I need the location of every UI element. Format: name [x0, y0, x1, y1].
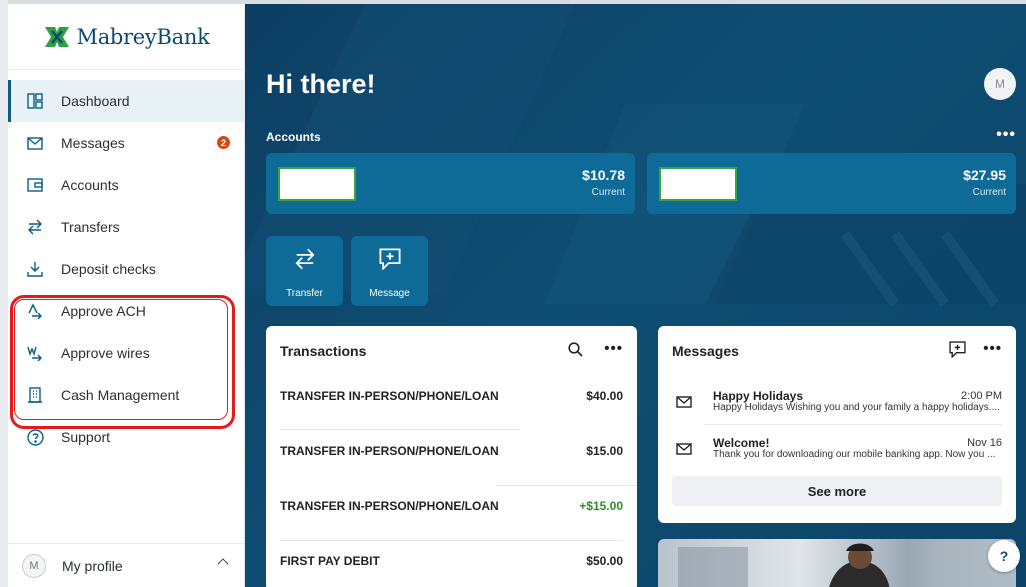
- sidebar-item-label: Cash Management: [61, 387, 180, 403]
- account-name-redacted: [659, 167, 737, 201]
- transaction-description: TRANSFER IN-PERSON/PHONE/LOAN: [280, 444, 499, 458]
- messages-card: Messages ••• Happy Holidays Happy Holida…: [658, 326, 1016, 523]
- sidebar: MabreyBank Dashboard Messages 2 Accounts…: [8, 4, 245, 587]
- transaction-amount: $15.00: [586, 444, 623, 458]
- message-quick-action[interactable]: Message: [351, 236, 428, 306]
- message-preview: Thank you for downloading our mobile ban…: [713, 449, 996, 460]
- help-circle-icon: [26, 428, 44, 446]
- quick-action-label: Transfer: [286, 288, 323, 299]
- transaction-amount: $50.00: [586, 554, 623, 568]
- row-divider: [704, 424, 1002, 425]
- envelope-icon: [676, 395, 692, 413]
- account-name-redacted: [278, 167, 356, 201]
- new-message-icon: [351, 248, 428, 270]
- sidebar-item-label: Messages: [61, 135, 125, 151]
- sidebar-item-label: Transfers: [61, 219, 120, 235]
- account-balance: $27.95: [963, 167, 1006, 183]
- sidebar-item-label: Support: [61, 429, 111, 445]
- envelope-icon: [26, 134, 44, 152]
- deposit-icon: [26, 260, 44, 278]
- sidebar-item-label: Dashboard: [61, 93, 130, 109]
- promo-photo-illustration: [678, 539, 1016, 587]
- brand-logo[interactable]: MabreyBank: [8, 4, 244, 70]
- transaction-amount: +$15.00: [579, 499, 623, 513]
- row-divider: [280, 429, 520, 430]
- sidebar-item-label: Accounts: [61, 177, 119, 193]
- avatar-button[interactable]: M: [984, 68, 1016, 100]
- message-row[interactable]: Happy Holidays Happy Holidays Wishing yo…: [658, 389, 1016, 429]
- approve-ach-icon: [26, 302, 44, 320]
- transfer-arrows-icon: [26, 218, 44, 236]
- transaction-row[interactable]: TRANSFER IN-PERSON/PHONE/LOAN +$15.00: [266, 499, 637, 555]
- logo-mark-icon: [44, 26, 69, 47]
- sidebar-item-label: Deposit checks: [61, 261, 156, 277]
- sidebar-item-approve-ach[interactable]: Approve ACH: [8, 290, 244, 332]
- transaction-amount: $40.00: [586, 389, 623, 403]
- transaction-description: FIRST PAY DEBIT: [280, 554, 380, 568]
- see-more-button[interactable]: See more: [672, 476, 1002, 506]
- transactions-card: Transactions ••• TRANSFER IN-PERSON/PHON…: [266, 326, 637, 587]
- profile-label: My profile: [62, 557, 123, 574]
- brand-name: MabreyBank: [76, 24, 210, 49]
- unread-badge: 2: [217, 136, 230, 149]
- sidebar-item-deposit-checks[interactable]: Deposit checks: [8, 248, 244, 290]
- message-subject: Welcome!: [713, 436, 770, 450]
- sidebar-nav: Dashboard Messages 2 Accounts Transfers: [8, 70, 244, 458]
- messages-more-button[interactable]: •••: [983, 340, 1002, 357]
- wallet-icon: [26, 176, 44, 194]
- row-divider: [280, 540, 623, 541]
- my-profile-toggle[interactable]: M My profile: [8, 543, 245, 587]
- message-time: 2:00 PM: [961, 390, 1002, 402]
- transactions-title: Transactions: [280, 343, 367, 359]
- transaction-row[interactable]: FIRST PAY DEBIT $50.00: [266, 554, 637, 587]
- account-tile-2[interactable]: $27.95 Current: [647, 153, 1016, 214]
- envelope-icon: [676, 442, 692, 460]
- row-divider: [496, 485, 637, 486]
- avatar: M: [22, 553, 46, 578]
- account-tile-1[interactable]: $10.78 Current: [266, 153, 635, 214]
- transfer-quick-action[interactable]: Transfer: [266, 236, 343, 306]
- approve-wires-icon: [26, 344, 44, 362]
- search-icon[interactable]: [568, 342, 583, 362]
- transaction-row[interactable]: TRANSFER IN-PERSON/PHONE/LOAN $40.00: [266, 389, 637, 445]
- dashboard-icon: [26, 92, 44, 110]
- transaction-row[interactable]: TRANSFER IN-PERSON/PHONE/LOAN $15.00: [266, 444, 637, 500]
- account-balance: $10.78: [582, 167, 625, 183]
- app-window: MabreyBank Dashboard Messages 2 Accounts…: [8, 0, 1026, 587]
- message-time: Nov 16: [967, 437, 1002, 449]
- page-title: Hi there!: [266, 69, 376, 99]
- message-row[interactable]: Welcome! Thank you for downloading our m…: [658, 436, 1016, 476]
- accounts-section-label: Accounts: [266, 130, 321, 144]
- transaction-description: TRANSFER IN-PERSON/PHONE/LOAN: [280, 499, 499, 513]
- chevron-up-icon: [217, 558, 229, 570]
- sidebar-item-transfers[interactable]: Transfers: [8, 206, 244, 248]
- messages-title: Messages: [672, 343, 739, 359]
- quick-action-label: Message: [369, 288, 410, 299]
- promo-image[interactable]: [658, 539, 1016, 587]
- account-type: Current: [972, 187, 1006, 198]
- dashboard-main: Hi there! M Accounts ••• $10.78 Current …: [245, 4, 1026, 587]
- accounts-more-button[interactable]: •••: [996, 126, 1016, 144]
- account-type: Current: [591, 187, 625, 198]
- sidebar-item-label: Approve wires: [61, 345, 150, 361]
- transfer-arrows-icon: [266, 248, 343, 270]
- sidebar-item-approve-wires[interactable]: Approve wires: [8, 332, 244, 374]
- transactions-more-button[interactable]: •••: [604, 340, 623, 357]
- new-message-icon[interactable]: [949, 341, 966, 363]
- sidebar-item-cash-management[interactable]: Cash Management: [8, 374, 244, 416]
- help-button[interactable]: ?: [988, 540, 1020, 572]
- transaction-description: TRANSFER IN-PERSON/PHONE/LOAN: [280, 389, 499, 403]
- sidebar-item-support[interactable]: Support: [8, 416, 244, 458]
- sidebar-item-dashboard[interactable]: Dashboard: [8, 80, 244, 122]
- message-subject: Happy Holidays: [713, 389, 804, 403]
- message-preview: Happy Holidays Wishing you and your fami…: [713, 402, 1000, 413]
- sidebar-item-messages[interactable]: Messages 2: [8, 122, 244, 164]
- building-icon: [26, 386, 44, 404]
- sidebar-item-label: Approve ACH: [61, 303, 146, 319]
- sidebar-item-accounts[interactable]: Accounts: [8, 164, 244, 206]
